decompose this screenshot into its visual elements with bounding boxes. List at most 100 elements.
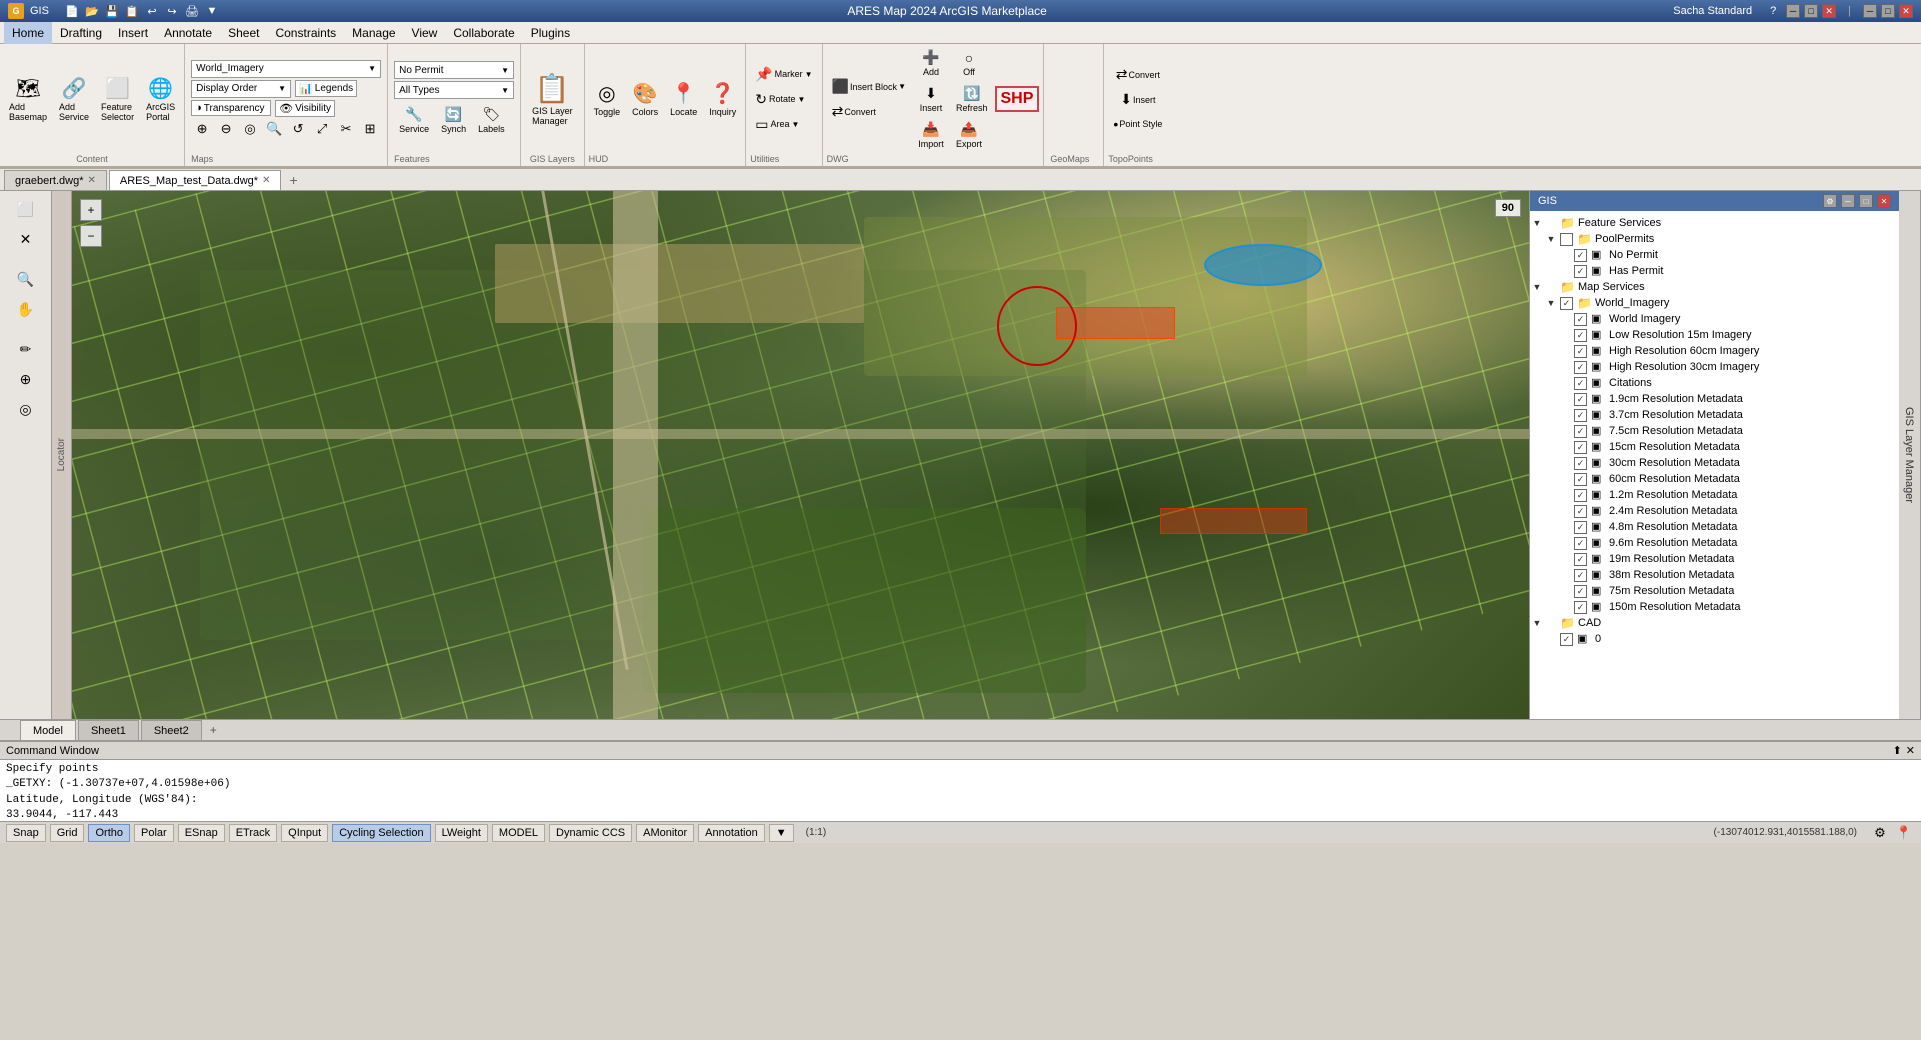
- tree-checkbox-22[interactable]: [1574, 569, 1587, 582]
- transparency-btn[interactable]: ◑ Transparency: [191, 100, 271, 116]
- tree-expand-25[interactable]: ▼: [1530, 618, 1544, 628]
- visibility-btn[interactable]: 👁 Visibility: [275, 100, 335, 117]
- tree-item-24[interactable]: ▣150m Resolution Metadata: [1530, 599, 1899, 615]
- bottom-tab-sheet1[interactable]: Sheet1: [78, 720, 139, 740]
- cmd-maximize-icon[interactable]: ⬆: [1893, 744, 1902, 757]
- minimize-btn[interactable]: ─: [1786, 4, 1800, 18]
- tree-item-8[interactable]: ▣High Resolution 60cm Imagery: [1530, 343, 1899, 359]
- close-btn[interactable]: ✕: [1822, 4, 1836, 18]
- left-select-btn[interactable]: ⬜: [8, 195, 44, 223]
- maps-tool6[interactable]: ⤢: [311, 119, 333, 139]
- tree-checkbox-19[interactable]: [1574, 521, 1587, 534]
- rotate-btn[interactable]: ↻ Rotate ▼: [750, 88, 810, 111]
- tree-checkbox-23[interactable]: [1574, 585, 1587, 598]
- tree-checkbox-21[interactable]: [1574, 553, 1587, 566]
- feature-selector-btn[interactable]: ⬜ FeatureSelector: [96, 73, 139, 125]
- area-btn[interactable]: ▭ Area ▼: [750, 113, 804, 136]
- tree-expand-5[interactable]: ▼: [1544, 298, 1558, 308]
- panel-min-btn[interactable]: ─: [1863, 4, 1877, 18]
- panel-close-btn[interactable]: ✕: [1899, 4, 1913, 18]
- dwg-add-btn[interactable]: ➕ Add: [913, 46, 949, 80]
- status-snap[interactable]: Snap: [6, 824, 46, 842]
- menu-item-insert[interactable]: Insert: [110, 22, 156, 44]
- dwg-insert-btn[interactable]: ⬇ Insert: [913, 82, 949, 116]
- dwg-off-btn[interactable]: ○ Off: [951, 46, 987, 80]
- tree-item-3[interactable]: ▣Has Permit: [1530, 263, 1899, 279]
- menu-item-home[interactable]: Home: [4, 22, 52, 44]
- left-edit-btn[interactable]: ⊕: [8, 365, 44, 393]
- menu-item-view[interactable]: View: [404, 22, 446, 44]
- inquiry-btn[interactable]: ❓ Inquiry: [704, 78, 741, 120]
- insert-block-btn[interactable]: ⬛ Insert Block ▼: [827, 75, 911, 98]
- status-ortho[interactable]: Ortho: [88, 824, 130, 842]
- shp-btn[interactable]: SHP: [995, 86, 1040, 112]
- right-panel-settings[interactable]: ⚙: [1823, 194, 1837, 208]
- tab-graebert-close[interactable]: ✕: [88, 175, 96, 186]
- tree-checkbox-13[interactable]: [1574, 425, 1587, 438]
- type-combo[interactable]: All Types ▼: [394, 81, 514, 99]
- tree-item-2[interactable]: ▣No Permit: [1530, 247, 1899, 263]
- menu-item-collaborate[interactable]: Collaborate: [445, 22, 522, 44]
- point-style-btn[interactable]: • Point Style: [1108, 113, 1167, 135]
- right-panel-maximize[interactable]: □: [1859, 194, 1873, 208]
- maps-tool1[interactable]: ⊕: [191, 119, 213, 139]
- tree-item-14[interactable]: ▣15cm Resolution Metadata: [1530, 439, 1899, 455]
- tree-checkbox-6[interactable]: [1574, 313, 1587, 326]
- add-basemap-btn[interactable]: 🗺 AddBasemap: [4, 73, 52, 125]
- tree-checkbox-16[interactable]: [1574, 473, 1587, 486]
- tree-item-20[interactable]: ▣9.6m Resolution Metadata: [1530, 535, 1899, 551]
- menu-item-annotate[interactable]: Annotate: [156, 22, 220, 44]
- status-annotation-down[interactable]: ▼: [769, 824, 794, 842]
- right-panel-minimize[interactable]: ─: [1841, 194, 1855, 208]
- tree-checkbox-9[interactable]: [1574, 361, 1587, 374]
- cmd-close-icon[interactable]: ✕: [1906, 744, 1915, 757]
- nav-zoom-in[interactable]: +: [80, 199, 102, 221]
- menu-item-plugins[interactable]: Plugins: [523, 22, 578, 44]
- marker-btn[interactable]: 📌 Marker ▼: [750, 63, 817, 86]
- tree-item-5[interactable]: ▼📁World_Imagery: [1530, 295, 1899, 311]
- print-btn[interactable]: 🖨: [183, 2, 201, 20]
- new-btn[interactable]: 📄: [63, 2, 81, 20]
- status-location[interactable]: 📍: [1893, 823, 1915, 843]
- restore-btn[interactable]: □: [1804, 4, 1818, 18]
- refresh-btn[interactable]: 🔃 Refresh: [951, 82, 993, 116]
- tree-item-26[interactable]: ▣0: [1530, 631, 1899, 647]
- left-zoom-btn[interactable]: 🔍: [8, 265, 44, 293]
- tree-item-4[interactable]: ▼📁Map Services: [1530, 279, 1899, 295]
- topo-insert-btn[interactable]: ⬇ Insert: [1108, 88, 1167, 111]
- gis-layer-manager-btn[interactable]: 📋 GIS LayerManager: [527, 69, 578, 129]
- status-dynamic-ccs[interactable]: Dynamic CCS: [549, 824, 632, 842]
- left-draw-btn[interactable]: ✏: [8, 335, 44, 363]
- locate-btn[interactable]: 📍 Locate: [665, 78, 702, 120]
- add-service-btn[interactable]: 🔗 AddService: [54, 73, 94, 125]
- status-amonitor[interactable]: AMonitor: [636, 824, 694, 842]
- topo-convert-btn[interactable]: ⇄ Convert: [1108, 63, 1167, 86]
- tree-checkbox-14[interactable]: [1574, 441, 1587, 454]
- menu-item-manage[interactable]: Manage: [344, 22, 403, 44]
- maps-tool7[interactable]: ✂: [335, 119, 357, 139]
- tree-item-23[interactable]: ▣75m Resolution Metadata: [1530, 583, 1899, 599]
- tab-add-btn[interactable]: +: [283, 170, 303, 190]
- bottom-tab-sheet2[interactable]: Sheet2: [141, 720, 202, 740]
- bottom-tab-model[interactable]: Model: [20, 720, 76, 740]
- right-panel-close[interactable]: ✕: [1877, 194, 1891, 208]
- tree-checkbox-12[interactable]: [1574, 409, 1587, 422]
- status-etrack[interactable]: ETrack: [229, 824, 277, 842]
- tab-ares-map[interactable]: ARES_Map_test_Data.dwg* ✕: [109, 170, 282, 190]
- tab-ares-map-close[interactable]: ✕: [262, 175, 270, 186]
- tree-item-22[interactable]: ▣38m Resolution Metadata: [1530, 567, 1899, 583]
- status-esnap[interactable]: ESnap: [178, 824, 225, 842]
- service-btn[interactable]: 🔧 Service: [394, 103, 434, 137]
- synch-btn[interactable]: 🔄 Synch: [436, 103, 471, 137]
- tree-checkbox-24[interactable]: [1574, 601, 1587, 614]
- tree-checkbox-26[interactable]: [1560, 633, 1573, 646]
- tree-checkbox-5[interactable]: [1560, 297, 1573, 310]
- permit-combo[interactable]: No Permit ▼: [394, 61, 514, 79]
- save-btn[interactable]: 💾: [103, 2, 121, 20]
- tree-item-0[interactable]: ▼📁Feature Services: [1530, 215, 1899, 231]
- open-btn[interactable]: 📂: [83, 2, 101, 20]
- tree-item-19[interactable]: ▣4.8m Resolution Metadata: [1530, 519, 1899, 535]
- redo-btn[interactable]: ↪: [163, 2, 181, 20]
- nav-zoom-out[interactable]: −: [80, 225, 102, 247]
- left-close-btn[interactable]: ✕: [8, 225, 44, 253]
